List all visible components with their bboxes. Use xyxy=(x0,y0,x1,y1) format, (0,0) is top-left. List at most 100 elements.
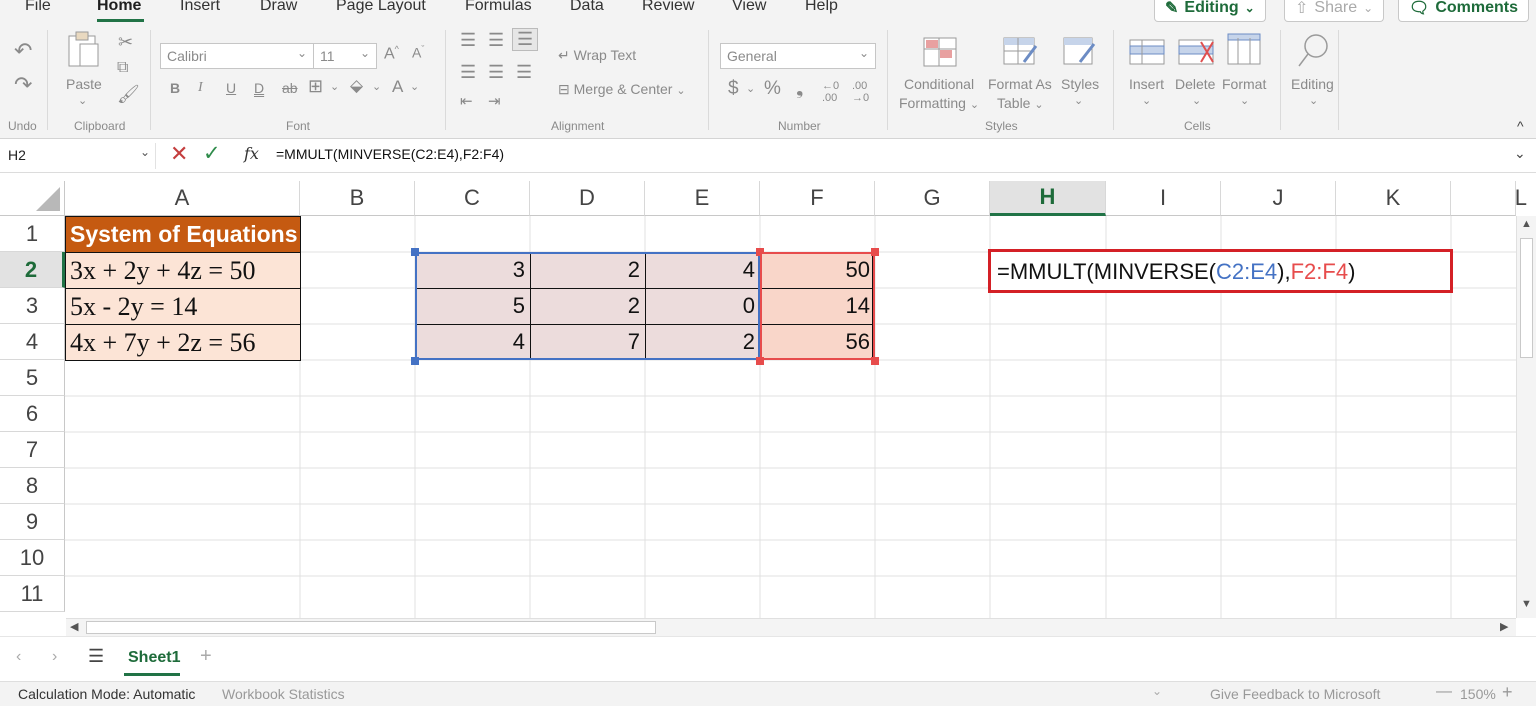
cut-icon[interactable]: ✂ xyxy=(118,32,133,53)
formula-input[interactable]: =MMULT(MINVERSE(C2:E4),F2:F4) xyxy=(276,146,504,162)
tab-page-layout[interactable]: Page Layout xyxy=(336,0,426,15)
copy-icon[interactable]: ⧉ xyxy=(117,59,128,77)
format-as-table-icon[interactable] xyxy=(1002,36,1038,68)
chevron-left-icon[interactable]: ‹ xyxy=(16,648,21,666)
cell-C3[interactable]: 5 xyxy=(415,288,530,324)
cell-F2[interactable]: 50 xyxy=(760,252,875,288)
column-header-G[interactable]: G xyxy=(875,181,990,216)
row-header-9[interactable]: 9 xyxy=(0,504,65,540)
zoom-out-icon[interactable]: — xyxy=(1436,683,1452,701)
chevron-down-icon[interactable]: ⌄ xyxy=(1152,684,1162,698)
chevron-down-icon[interactable]: ⌄ xyxy=(140,145,150,159)
tab-data[interactable]: Data xyxy=(570,0,604,15)
underline-icon[interactable]: U xyxy=(226,80,236,96)
conditional-formatting-icon[interactable] xyxy=(922,36,958,68)
add-sheet-icon[interactable]: + xyxy=(200,645,212,668)
bold-icon[interactable]: B xyxy=(170,80,180,96)
range-handle[interactable] xyxy=(756,357,764,365)
cell-A3[interactable]: 5x - 2y = 14 xyxy=(65,288,301,325)
paste-icon[interactable] xyxy=(66,30,102,70)
format-cells-icon[interactable] xyxy=(1226,32,1262,66)
comments-button[interactable]: 🗨 Comments xyxy=(1398,0,1529,22)
double-underline-icon[interactable]: D xyxy=(254,80,264,96)
chevron-down-icon[interactable]: ⌄ xyxy=(746,82,755,95)
range-handle[interactable] xyxy=(871,248,879,256)
select-all-corner[interactable] xyxy=(0,181,65,216)
row-header-3[interactable]: 3 xyxy=(0,288,65,324)
chevron-down-icon[interactable]: ⌄ xyxy=(410,80,419,93)
calculation-mode[interactable]: Calculation Mode: Automatic xyxy=(18,686,195,702)
tab-insert[interactable]: Insert xyxy=(180,0,220,15)
editing-group-label[interactable]: Editing xyxy=(1291,76,1334,92)
align-middle-icon[interactable]: ☰ xyxy=(488,30,504,51)
horizontal-scrollbar[interactable]: ◀ ▶ xyxy=(66,618,1516,636)
increase-font-icon[interactable]: A^ xyxy=(384,44,399,63)
increase-indent-icon[interactable]: ⇥ xyxy=(488,92,501,110)
row-header-6[interactable]: 6 xyxy=(0,396,65,432)
cell-C4[interactable]: 4 xyxy=(415,324,530,360)
sheet-tab-sheet1[interactable]: Sheet1 xyxy=(128,649,180,667)
column-header-C[interactable]: C xyxy=(415,181,530,216)
row-header-8[interactable]: 8 xyxy=(0,468,65,504)
decrease-decimal-icon[interactable]: .00 →0 xyxy=(852,80,869,104)
column-header-K[interactable]: K xyxy=(1336,181,1451,216)
insert-cells-label[interactable]: Insert xyxy=(1129,76,1164,92)
cell-D2[interactable]: 2 xyxy=(530,252,645,288)
cell-A2[interactable]: 3x + 2y + 4z = 50 xyxy=(65,252,301,289)
chevron-down-icon[interactable]: ⌄ xyxy=(1514,145,1526,162)
cell-C2[interactable]: 3 xyxy=(415,252,530,288)
borders-icon[interactable]: ⊞ xyxy=(308,76,323,97)
cell-styles-label[interactable]: Styles xyxy=(1061,76,1099,92)
tab-formulas[interactable]: Formulas xyxy=(465,0,532,15)
wrap-text-button[interactable]: ↵ Wrap Text xyxy=(558,47,636,64)
format-painter-icon[interactable]: 🖌 xyxy=(117,84,140,105)
cell-E4[interactable]: 2 xyxy=(645,324,760,360)
currency-icon[interactable]: $ xyxy=(728,78,739,100)
all-sheets-menu-icon[interactable]: ☰ xyxy=(88,646,104,667)
scroll-up-icon[interactable]: ▲ xyxy=(1521,218,1532,230)
fill-color-icon[interactable]: ⬙ xyxy=(350,76,363,96)
tab-help[interactable]: Help xyxy=(805,0,838,15)
chevron-down-icon[interactable]: ⌄ xyxy=(1240,94,1249,107)
row-header-7[interactable]: 7 xyxy=(0,432,65,468)
chevron-down-icon[interactable]: ⌄ xyxy=(1309,94,1318,107)
zoom-level[interactable]: 150% xyxy=(1460,686,1496,702)
chevron-down-icon[interactable]: ⌄ xyxy=(372,80,381,93)
strikethrough-icon[interactable]: ab xyxy=(282,80,298,96)
undo-icon[interactable]: ↶ xyxy=(14,38,32,64)
cell-A4[interactable]: 4x + 7y + 2z = 56 xyxy=(65,324,301,361)
cell-E2[interactable]: 4 xyxy=(645,252,760,288)
font-color-icon[interactable]: A xyxy=(392,77,403,97)
share-button[interactable]: ⇧ Share ⌄ xyxy=(1284,0,1385,22)
collapse-ribbon-icon[interactable]: ^ xyxy=(1517,118,1524,134)
column-header-A[interactable]: A xyxy=(65,181,300,216)
tab-home[interactable]: Home xyxy=(97,0,141,15)
chevron-down-icon[interactable]: ⌄ xyxy=(1192,94,1201,107)
format-as-table-label-2[interactable]: Table ⌄ xyxy=(997,95,1044,111)
cell-styles-icon[interactable] xyxy=(1062,36,1098,68)
horizontal-scroll-thumb[interactable] xyxy=(86,621,656,634)
cell-D4[interactable]: 7 xyxy=(530,324,645,360)
tab-file[interactable]: File xyxy=(25,0,51,15)
column-header-J[interactable]: J xyxy=(1221,181,1336,216)
align-center-icon[interactable]: ☰ xyxy=(488,62,504,83)
increase-decimal-icon[interactable]: ←0.00 xyxy=(822,80,839,104)
tab-draw[interactable]: Draw xyxy=(260,0,297,15)
column-header-B[interactable]: B xyxy=(300,181,415,216)
range-handle[interactable] xyxy=(871,357,879,365)
chevron-down-icon[interactable]: ⌄ xyxy=(330,80,339,93)
row-header-4[interactable]: 4 xyxy=(0,324,65,360)
percent-icon[interactable]: % xyxy=(764,78,781,100)
cell-F4[interactable]: 56 xyxy=(760,324,875,360)
decrease-indent-icon[interactable]: ⇤ xyxy=(460,92,473,110)
cell-F3[interactable]: 14 xyxy=(760,288,875,324)
chevron-down-icon[interactable]: ⌄ xyxy=(1074,94,1083,107)
column-header-I[interactable]: I xyxy=(1106,181,1221,216)
align-bottom-icon[interactable]: ☰ xyxy=(512,28,539,51)
scroll-left-icon[interactable]: ◀ xyxy=(70,620,78,633)
workbook-statistics[interactable]: Workbook Statistics xyxy=(222,686,345,702)
search-icon[interactable] xyxy=(1296,32,1332,70)
cell-A1[interactable]: System of Equations xyxy=(65,216,301,253)
delete-cells-label[interactable]: Delete xyxy=(1175,76,1215,92)
range-handle[interactable] xyxy=(411,248,419,256)
